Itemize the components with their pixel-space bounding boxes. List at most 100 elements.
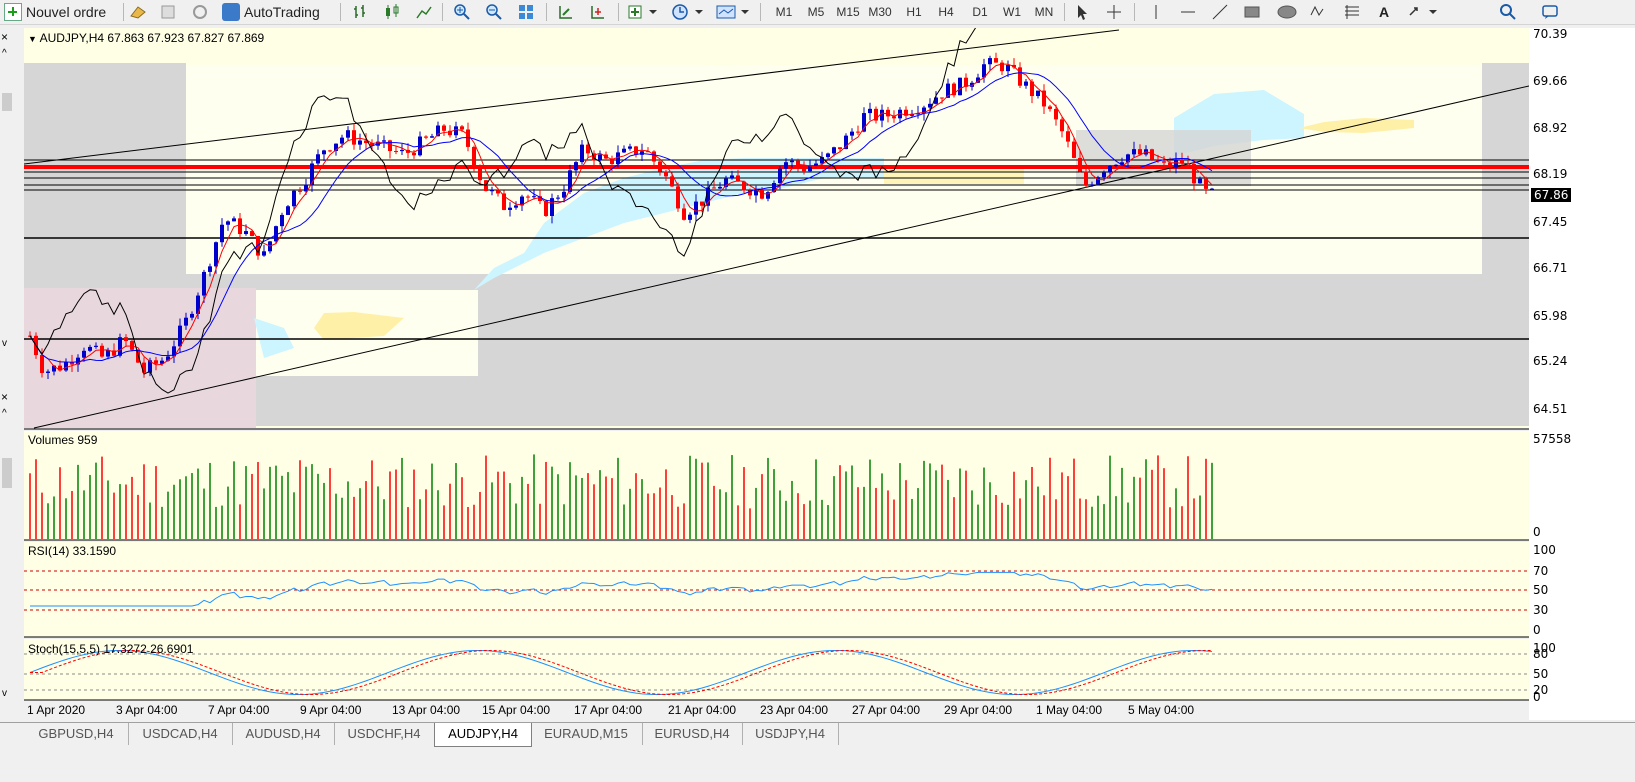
- candle-body: [1168, 162, 1172, 168]
- new-order-label: Nouvel ordre: [26, 4, 107, 20]
- candle-body: [40, 355, 44, 373]
- chart-canvas[interactable]: 1 Apr 2020 3 Apr 04:00 7 Apr 04:00 9 Apr 04…: [23, 0, 1530, 720]
- indicators-button[interactable]: [626, 2, 660, 22]
- new-order-button[interactable]: Nouvel ordre: [4, 2, 124, 22]
- rsi-tick: 70: [1533, 564, 1549, 578]
- candle-body: [310, 163, 314, 185]
- vertical-line-icon[interactable]: [1146, 2, 1166, 22]
- signals-icon[interactable]: [190, 2, 210, 22]
- autotrading-button[interactable]: AutoTrading: [222, 2, 334, 22]
- time-label: 21 Apr 04:00: [668, 703, 736, 717]
- candle-body: [388, 140, 392, 152]
- time-label: 9 Apr 04:00: [300, 703, 362, 717]
- candle-body: [790, 160, 794, 163]
- timeframe-m5[interactable]: M5: [802, 2, 830, 22]
- candle-body: [292, 190, 296, 207]
- candle-body: [712, 187, 716, 189]
- cursor-icon[interactable]: [1072, 2, 1092, 22]
- candle-body: [670, 176, 674, 187]
- time-label: 13 Apr 04:00: [392, 703, 460, 717]
- candle-body: [316, 154, 320, 164]
- candle-body: [328, 150, 332, 152]
- ellipse-icon[interactable]: [1276, 2, 1298, 22]
- timeframe-mn[interactable]: MN: [1030, 2, 1058, 22]
- scroll-handle[interactable]: [2, 93, 12, 111]
- candle-body: [1036, 90, 1040, 97]
- candle-body: [46, 371, 50, 373]
- candle-body: [340, 137, 344, 144]
- timeframe-m30[interactable]: M30: [866, 2, 894, 22]
- rectangle-icon[interactable]: [1242, 2, 1262, 22]
- candle-body: [1162, 161, 1166, 163]
- tab-eurusd-h4[interactable]: EURUSD,H4: [642, 723, 743, 745]
- candle-body: [778, 168, 782, 184]
- arrows-tool-icon[interactable]: [1406, 2, 1440, 22]
- tile-windows-icon[interactable]: [516, 2, 536, 22]
- text-tool-icon[interactable]: A: [1374, 2, 1394, 22]
- tab-usdjpy-h4[interactable]: USDJPY,H4: [742, 723, 839, 745]
- price-tick: 68.92: [1533, 121, 1568, 135]
- candle-body: [556, 197, 560, 199]
- candlestick-icon[interactable]: [382, 2, 402, 22]
- horizontal-line-icon[interactable]: [1178, 2, 1198, 22]
- tab-audusd-h4[interactable]: AUDUSD,H4: [232, 723, 335, 745]
- autoscroll-icon[interactable]: [556, 2, 576, 22]
- crosshair-icon[interactable]: [1104, 2, 1124, 22]
- chevron-up-icon[interactable]: ^: [2, 408, 7, 419]
- timeframe-h4[interactable]: H4: [932, 2, 960, 22]
- candle-body: [262, 251, 266, 256]
- line-chart-icon[interactable]: [414, 2, 434, 22]
- candle-body: [64, 362, 68, 371]
- candle-body: [358, 140, 362, 145]
- zoom-in-icon[interactable]: [452, 2, 472, 22]
- tab-usdcad-h4[interactable]: USDCAD,H4: [128, 723, 233, 745]
- search-icon[interactable]: [1498, 2, 1518, 22]
- toolbar: Nouvel ordre AutoTrading A M1 M5 M15 M30 H1 H…: [0, 0, 1635, 25]
- chevron-down-icon[interactable]: v: [2, 688, 7, 699]
- tab-gbpusd-h4[interactable]: GBPUSD,H4: [24, 723, 129, 745]
- chevron-up-icon[interactable]: ^: [2, 48, 7, 59]
- candle-body: [544, 200, 548, 216]
- market-watch-icon[interactable]: [158, 2, 178, 22]
- timeframe-d1[interactable]: D1: [966, 2, 994, 22]
- candle-body: [574, 162, 578, 171]
- periods-button[interactable]: [670, 2, 706, 22]
- stoch-tick: 80: [1533, 647, 1549, 661]
- metaeditor-icon[interactable]: [128, 2, 148, 22]
- close-panel-icon[interactable]: ×: [1, 390, 8, 404]
- stoch-panel-bg: [24, 639, 1529, 700]
- candle-body: [526, 196, 530, 198]
- candle-body: [238, 218, 242, 235]
- candle-body: [508, 207, 512, 210]
- candle-body: [106, 350, 110, 357]
- candle-body: [1198, 178, 1202, 184]
- chart-shift-icon[interactable]: [588, 2, 608, 22]
- fibonacci-icon[interactable]: [1342, 2, 1362, 22]
- candle-body: [664, 171, 668, 177]
- candle-body: [130, 341, 134, 350]
- timeframe-h1[interactable]: H1: [900, 2, 928, 22]
- chevron-down-icon[interactable]: v: [2, 338, 7, 349]
- candle-body: [394, 151, 398, 153]
- chat-icon[interactable]: [1540, 2, 1560, 22]
- timeframe-m1[interactable]: M1: [770, 2, 798, 22]
- close-chart-icon[interactable]: ×: [1, 30, 8, 44]
- trendline-icon[interactable]: [1210, 2, 1230, 22]
- candle-body: [826, 153, 830, 158]
- timeframe-w1[interactable]: W1: [998, 2, 1026, 22]
- elliott-wave-icon[interactable]: [1308, 2, 1328, 22]
- tab-usdchf-h4[interactable]: USDCHF,H4: [334, 723, 435, 745]
- templates-button[interactable]: [714, 2, 752, 22]
- candle-body: [1060, 119, 1064, 132]
- zoom-out-icon[interactable]: [484, 2, 504, 22]
- chart-window[interactable]: 1 Apr 2020 3 Apr 04:00 7 Apr 04:00 9 Apr 04…: [23, 0, 1530, 720]
- timeframe-m15[interactable]: M15: [834, 2, 862, 22]
- candle-body: [478, 167, 482, 181]
- candle-body: [676, 186, 680, 209]
- candle-body: [832, 147, 836, 154]
- bar-chart-icon[interactable]: [350, 2, 370, 22]
- scroll-handle[interactable]: [2, 458, 12, 488]
- autotrading-label: AutoTrading: [244, 4, 320, 20]
- tab-audjpy-h4[interactable]: AUDJPY,H4: [434, 723, 532, 747]
- tab-euraud-m15[interactable]: EURAUD,M15: [530, 723, 643, 745]
